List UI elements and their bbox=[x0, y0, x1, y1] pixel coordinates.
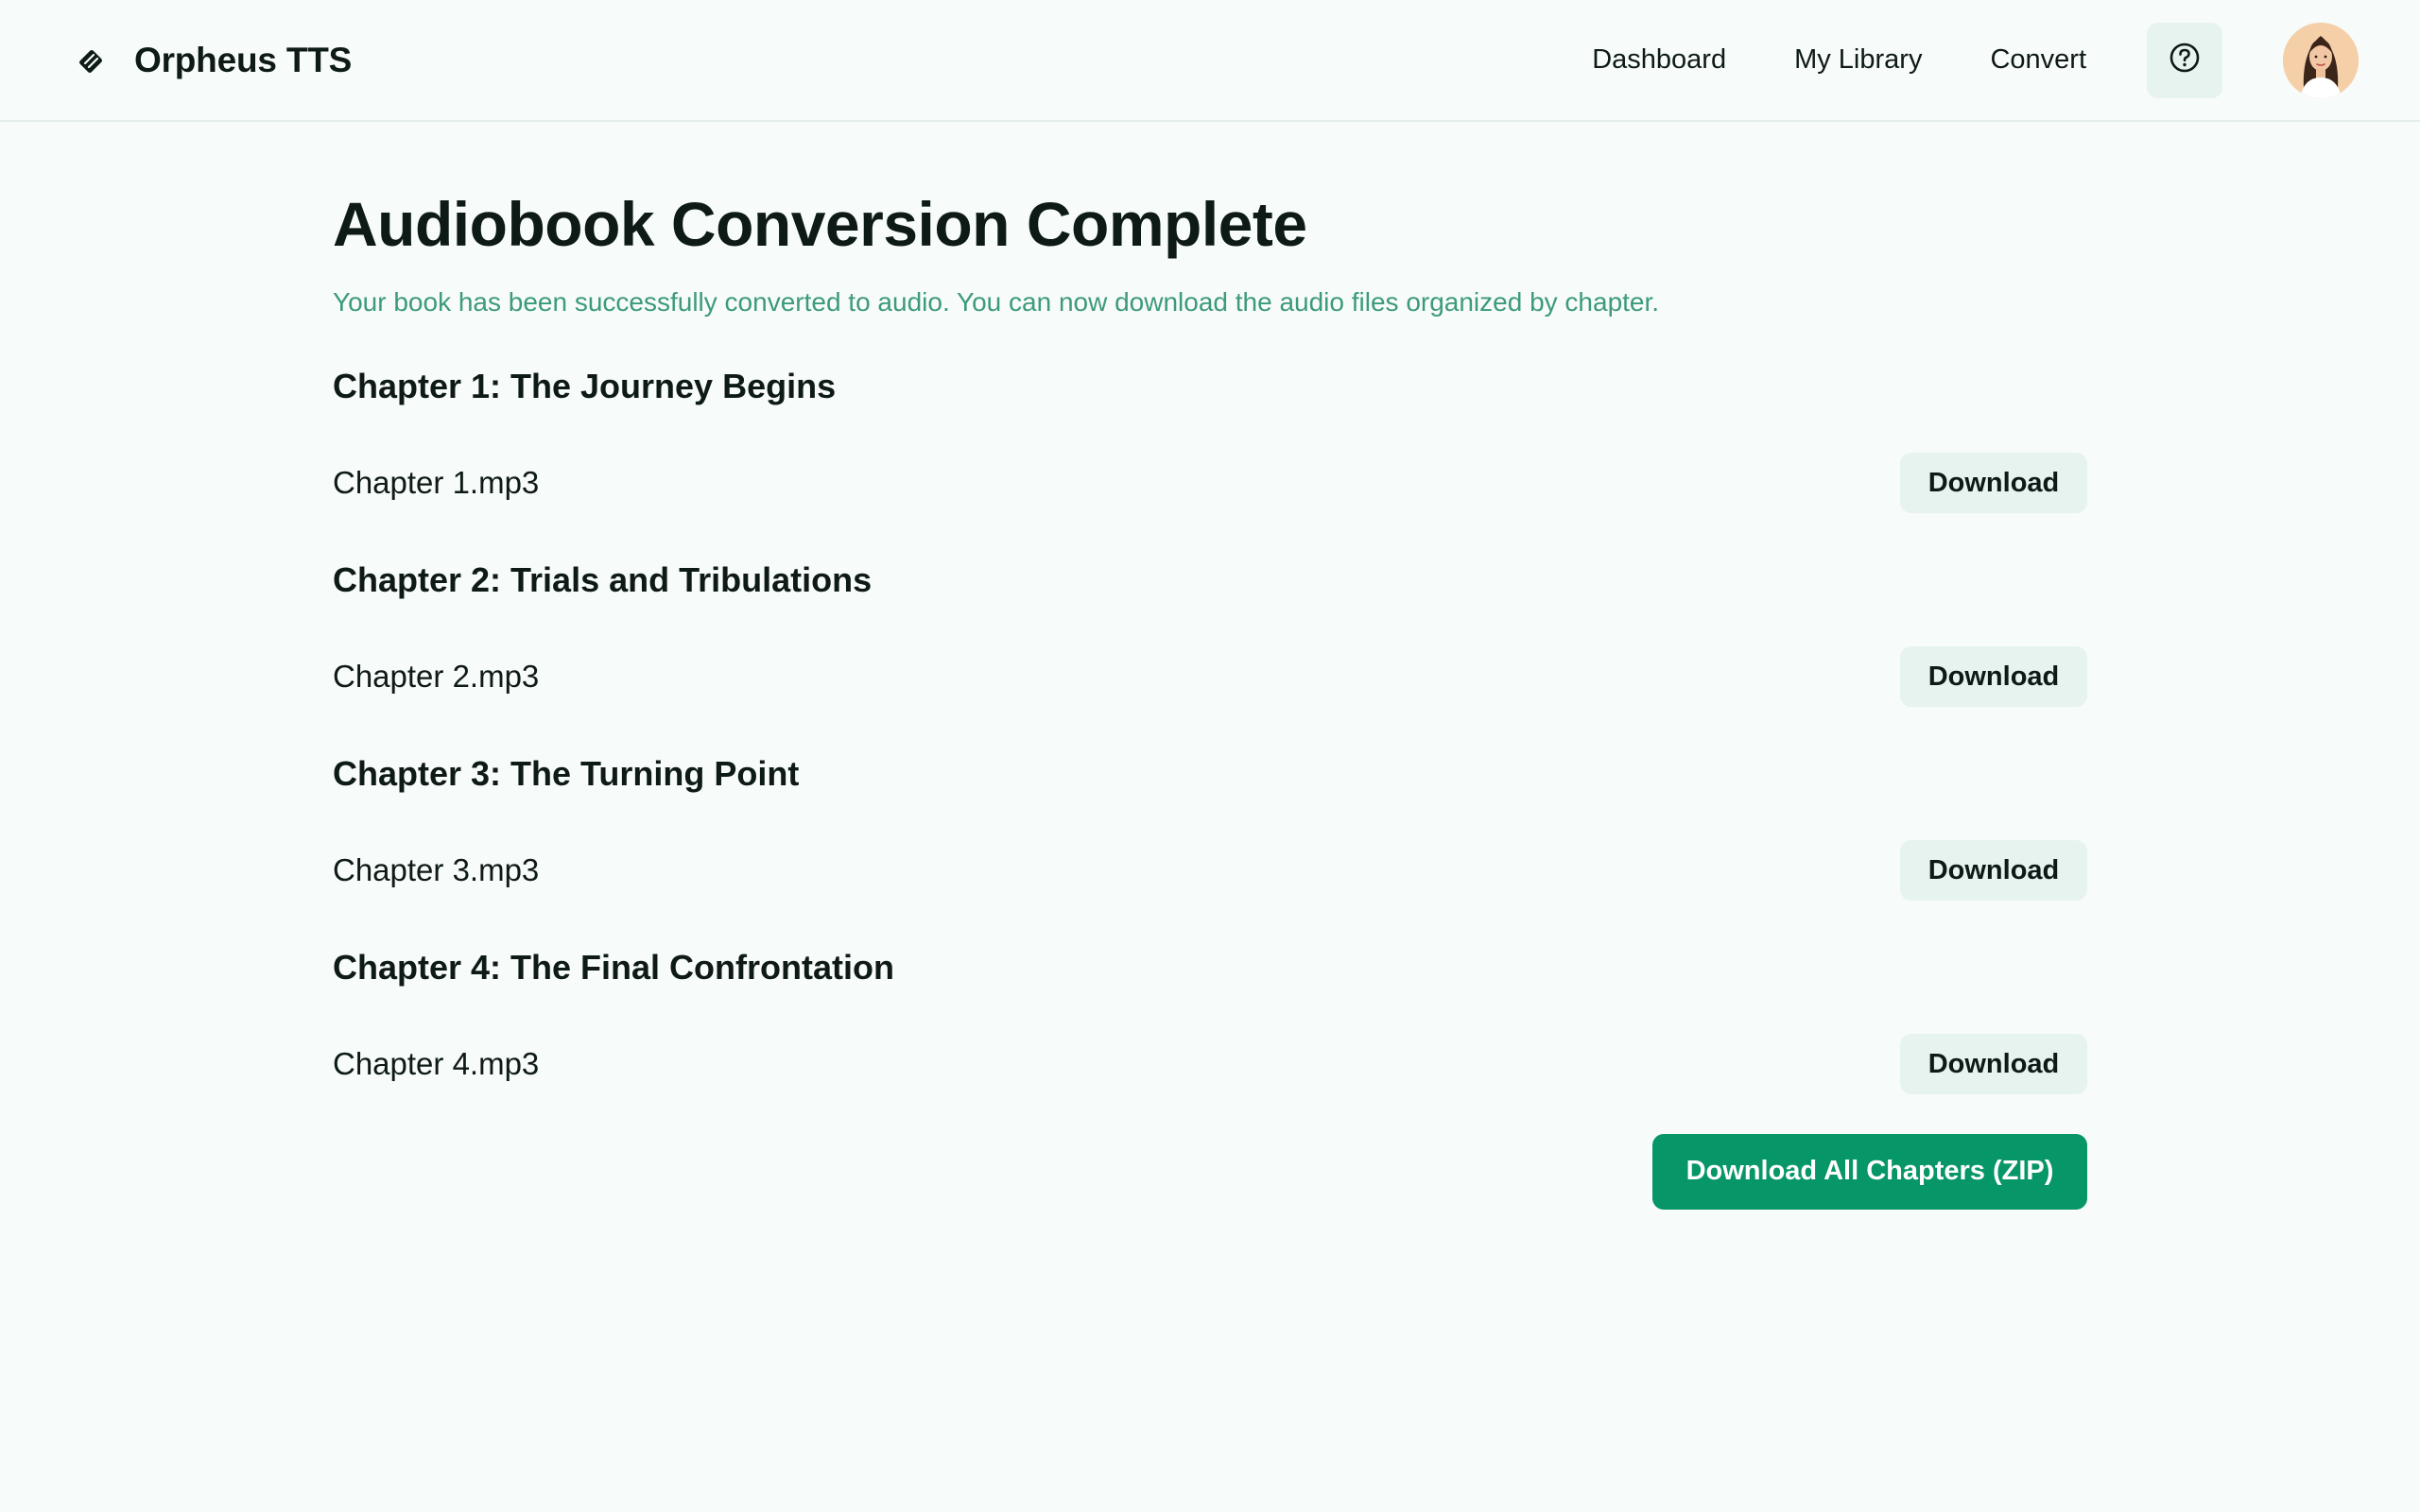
page-title: Audiobook Conversion Complete bbox=[333, 189, 1307, 259]
help-circle-icon bbox=[2169, 42, 2201, 78]
book-logo-icon bbox=[76, 45, 106, 76]
brand-name: Orpheus TTS bbox=[134, 40, 353, 79]
chapter-file-row: Chapter 3.mp3 Download bbox=[333, 799, 2087, 942]
download-chapter-2-button[interactable]: Download bbox=[1900, 646, 2087, 708]
help-button[interactable] bbox=[2147, 22, 2222, 98]
chapter-file-name: Chapter 1.mp3 bbox=[333, 465, 540, 501]
chapter-title: Chapter 2: Trials and Tribulations bbox=[333, 559, 873, 599]
chapter-file-name: Chapter 3.mp3 bbox=[333, 852, 540, 888]
download-chapter-3-button[interactable]: Download bbox=[1900, 840, 2087, 902]
brand[interactable]: Orpheus TTS bbox=[76, 41, 352, 80]
download-all-zip-button[interactable]: Download All Chapters (ZIP) bbox=[1652, 1133, 2087, 1210]
app: Orpheus TTS Dashboard My Library Convert bbox=[0, 0, 2420, 1512]
nav-my-library[interactable]: My Library bbox=[1794, 44, 1922, 76]
user-avatar[interactable] bbox=[2283, 22, 2359, 98]
nav-convert[interactable]: Convert bbox=[1990, 44, 2086, 76]
chapter-item: Chapter 3: The Turning Point Chapter 3.m… bbox=[333, 748, 2087, 942]
chapter-file-row: Chapter 1.mp3 Download bbox=[333, 412, 2087, 555]
chapter-item: Chapter 1: The Journey Begins Chapter 1.… bbox=[333, 361, 2087, 555]
chapter-item: Chapter 2: Trials and Tribulations Chapt… bbox=[333, 555, 2087, 748]
chapter-file-row: Chapter 2.mp3 Download bbox=[333, 606, 2087, 748]
actions-bar: Download All Chapters (ZIP) bbox=[333, 1133, 2087, 1210]
chapter-list: Chapter 1: The Journey Begins Chapter 1.… bbox=[333, 361, 2087, 1136]
top-header: Orpheus TTS Dashboard My Library Convert bbox=[0, 0, 2420, 122]
chapter-file-name: Chapter 2.mp3 bbox=[333, 659, 540, 695]
chapter-item: Chapter 4: The Final Confrontation Chapt… bbox=[333, 942, 2087, 1136]
chapter-title: Chapter 1: The Journey Begins bbox=[333, 366, 837, 405]
chapter-title: Chapter 3: The Turning Point bbox=[333, 753, 800, 793]
download-chapter-4-button[interactable]: Download bbox=[1900, 1034, 2087, 1095]
page-subtitle: Your book has been successfully converte… bbox=[333, 286, 1660, 317]
chapter-file-name: Chapter 4.mp3 bbox=[333, 1046, 540, 1082]
chapter-file-row: Chapter 4.mp3 Download bbox=[333, 993, 2087, 1136]
download-chapter-1-button[interactable]: Download bbox=[1900, 453, 2087, 514]
main-nav: Dashboard My Library Convert bbox=[1592, 22, 2359, 98]
main-content: Audiobook Conversion Complete Your book … bbox=[0, 190, 2420, 1210]
nav-dashboard[interactable]: Dashboard bbox=[1592, 44, 1726, 76]
chapter-title: Chapter 4: The Final Confrontation bbox=[333, 947, 894, 987]
avatar-portrait-icon bbox=[2283, 22, 2359, 98]
